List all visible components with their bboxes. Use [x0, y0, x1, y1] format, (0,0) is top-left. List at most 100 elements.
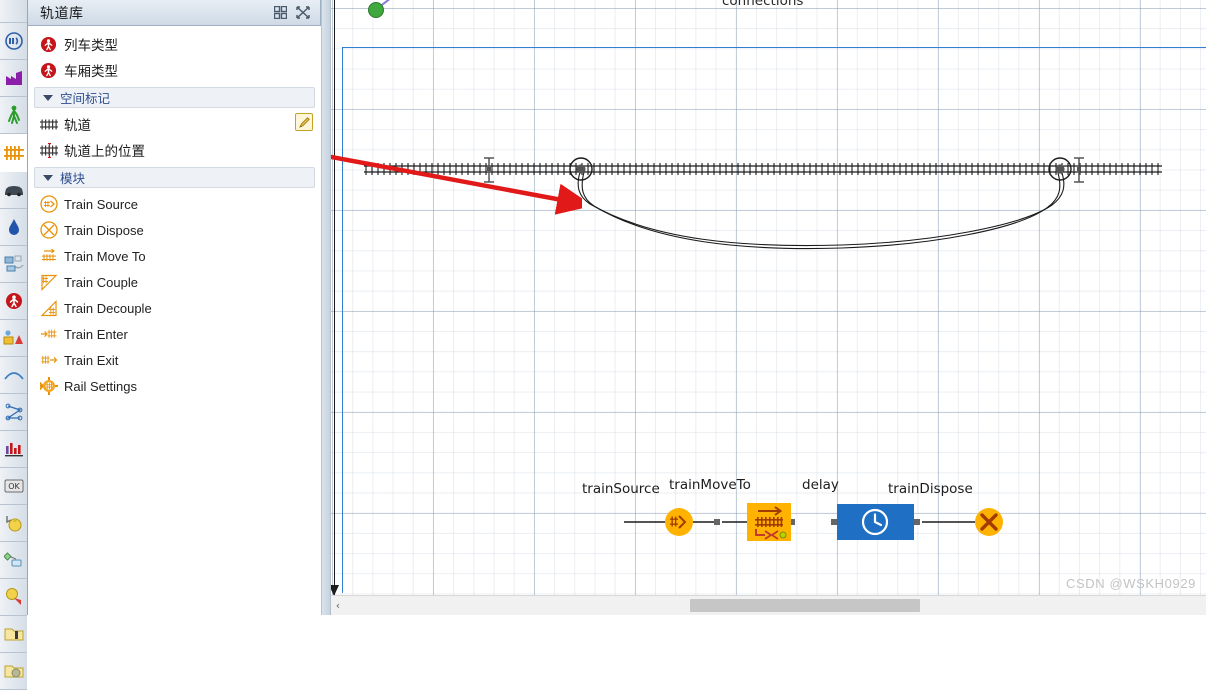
toolbar-item-factory[interactable]: [0, 60, 27, 97]
close-panel-icon[interactable]: [296, 6, 310, 19]
train-decouple-icon: [40, 299, 64, 317]
process-modeling-icon: [4, 32, 23, 50]
flow-label-delay: delay: [802, 477, 839, 493]
library-item-position-on-track[interactable]: 轨道上的位置: [28, 137, 321, 163]
flow-label-trainSource: trainSource: [582, 481, 660, 497]
library-item-train-enter[interactable]: Train Enter: [28, 321, 321, 347]
toolbar-item-pictures[interactable]: [0, 579, 27, 616]
toolbar-item-controls[interactable]: OK: [0, 468, 27, 505]
toolbar-item-data[interactable]: [0, 542, 27, 579]
library-item-train-type[interactable]: 列车类型: [28, 31, 321, 57]
scroll-left-arrow-icon[interactable]: ‹: [330, 596, 346, 615]
flow-node-trainMoveTo[interactable]: [747, 503, 791, 541]
toolbar-top-filler: [0, 0, 27, 23]
factory-icon: [5, 71, 22, 85]
library-item-label: Train Move To: [64, 248, 146, 264]
track-handle-right[interactable]: [1074, 157, 1084, 183]
library-item-label: 轨道: [64, 118, 91, 134]
analysis-icon: [4, 443, 23, 457]
train-enter-icon: [40, 326, 64, 342]
pedestrian-icon: [7, 105, 20, 124]
flow-node-trainDispose[interactable]: [975, 508, 1003, 536]
business-icon: [5, 516, 21, 532]
toolbar-item-road-traffic[interactable]: [0, 172, 27, 209]
toolbar-item-pedestrian[interactable]: [0, 97, 27, 134]
toolbar-item-presentation[interactable]: [0, 357, 27, 394]
library-item-train-couple[interactable]: Train Couple: [28, 269, 321, 295]
agent-red-icon: [40, 36, 64, 53]
application-window: OK 轨道库 列车类型 车厢类型 空间标记 轨道 轨道上的位置 模块 Train…: [0, 0, 1206, 690]
panel-header: 轨道库: [28, 0, 321, 26]
flow-label-trainDispose: trainDispose: [888, 481, 973, 497]
train-move-to-icon: [40, 248, 64, 264]
3d-objects-icon: [4, 628, 23, 641]
rail-library-icon: [3, 146, 24, 160]
siding-curve: [577, 171, 1065, 250]
data-icon: [3, 552, 21, 567]
canvas-left-strip: [322, 0, 331, 615]
palette-toolbar: OK: [0, 0, 28, 690]
library-item-label: Train Enter: [64, 326, 128, 342]
library-item-train-source[interactable]: Train Source: [28, 191, 321, 217]
library-item-label: Train Exit: [64, 352, 119, 368]
toolbar-item-3d-objects[interactable]: [0, 616, 27, 653]
presentation-icon: [3, 372, 24, 380]
road-traffic-icon: [4, 186, 23, 197]
library-item-label: 轨道上的位置: [64, 144, 145, 160]
rail-library-panel: 轨道库 列车类型 车厢类型 空间标记 轨道 轨道上的位置 模块 Train So…: [28, 0, 322, 615]
flow-node-trainSource[interactable]: [665, 508, 693, 536]
train-exit-icon: [40, 352, 64, 368]
chevron-down-icon: [43, 174, 53, 181]
flowchart-diagram[interactable]: [592, 495, 1012, 555]
position-on-track-icon: [40, 142, 64, 158]
toolbar-item-connectivity[interactable]: [0, 394, 27, 431]
library-item-rail-settings[interactable]: Rail Settings: [28, 373, 321, 399]
library-item-carriage-type[interactable]: 车厢类型: [28, 57, 321, 83]
toolbar-item-fluid[interactable]: [0, 209, 27, 246]
section-header-space-markup[interactable]: 空间标记: [34, 87, 315, 108]
rail-settings-icon: [40, 377, 64, 395]
library-item-rail-track[interactable]: 轨道: [28, 111, 321, 137]
pictures-icon: [5, 588, 21, 605]
dock-grid-icon[interactable]: [274, 6, 287, 19]
section-header-modules[interactable]: 模块: [34, 167, 315, 188]
rail-track-icon: [40, 118, 64, 131]
library-item-train-dispose[interactable]: Train Dispose: [28, 217, 321, 243]
controls-icon: OK: [4, 479, 23, 493]
toolbar-item-rail-library[interactable]: [0, 134, 27, 172]
flow-node-delay[interactable]: [837, 504, 914, 540]
toolbar-item-process-modeling[interactable]: [0, 23, 27, 60]
space-markup-icon: [3, 330, 23, 345]
toolbar-item-material-handling[interactable]: [0, 246, 27, 283]
toolbar-item-space-markup[interactable]: [0, 320, 27, 357]
library-item-train-exit[interactable]: Train Exit: [28, 347, 321, 373]
library-item-train-decouple[interactable]: Train Decouple: [28, 295, 321, 321]
library-item-train-move-to[interactable]: Train Move To: [28, 243, 321, 269]
material-handling-icon: [4, 255, 24, 272]
library-item-label: Rail Settings: [64, 378, 137, 394]
library-item-label: Train Dispose: [64, 222, 144, 238]
flow-label-trainMoveTo: trainMoveTo: [669, 477, 751, 493]
library-item-label: Train Decouple: [64, 300, 152, 316]
scrollbar-thumb[interactable]: [690, 599, 920, 612]
project-icon: [4, 665, 23, 678]
watermark: CSDN @WSKH0929: [1066, 576, 1196, 591]
toolbar-item-project[interactable]: [0, 653, 27, 690]
toolbar-item-business[interactable]: [0, 505, 27, 542]
model-canvas[interactable]: connections trainSource trainMoveTo dela…: [322, 0, 1206, 615]
annotation-arrow-icon: [322, 152, 582, 215]
toolbar-item-agent[interactable]: [0, 283, 27, 320]
agent-red-icon: [40, 62, 64, 79]
toolbar-item-analysis[interactable]: [0, 431, 27, 468]
library-item-label: Train Couple: [64, 274, 138, 290]
section-label: 空间标记: [60, 91, 111, 106]
train-dispose-icon: [40, 221, 64, 239]
chevron-down-icon: [43, 94, 53, 101]
library-item-label: Train Source: [64, 196, 138, 212]
agent-icon: [5, 293, 22, 309]
section-label: 模块: [60, 171, 86, 186]
panel-body: 列车类型 车厢类型 空间标记 轨道 轨道上的位置 模块 Train Source…: [28, 26, 321, 615]
horizontal-scrollbar[interactable]: ‹: [330, 595, 1206, 615]
library-item-label: 车厢类型: [64, 64, 118, 80]
edit-pencil-icon[interactable]: [295, 113, 313, 131]
